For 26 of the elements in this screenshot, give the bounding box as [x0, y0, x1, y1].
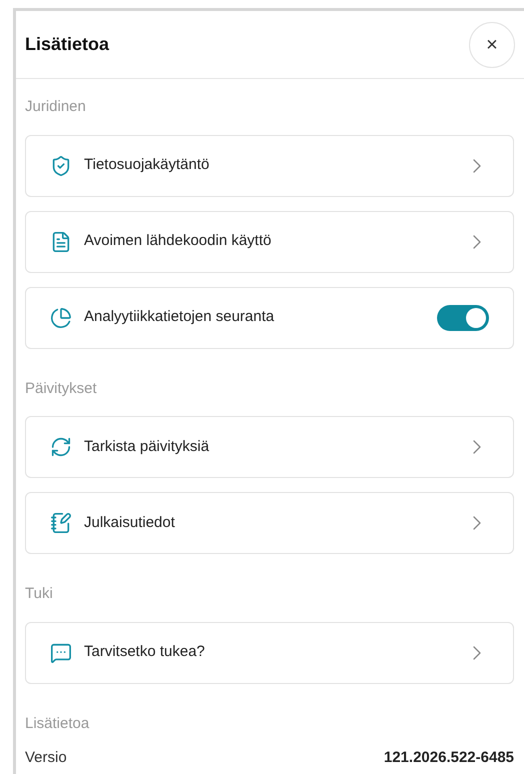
- pie-chart-icon: [50, 306, 72, 328]
- menu-item[interactable]: Avoimen lähdekoodin käyttö: [25, 210, 514, 272]
- version-value: 121.2026.522-6485: [384, 748, 514, 768]
- section-heading: Tuki: [25, 584, 54, 604]
- notepad-icon: [50, 512, 72, 534]
- section-heading: Juridinen: [25, 97, 87, 117]
- menu-item[interactable]: Tarkista päivityksiä: [25, 416, 514, 478]
- refresh-icon: [50, 436, 72, 458]
- version-label: Versio: [25, 748, 67, 768]
- item-label: Tarvitsetko tukea?: [84, 642, 206, 662]
- menu-item[interactable]: Tietosuojakäytäntö: [25, 134, 514, 196]
- toggle-switch[interactable]: [437, 304, 489, 330]
- shield-check-icon: [50, 154, 72, 176]
- menu-item[interactable]: Julkaisutiedot: [25, 492, 514, 554]
- item-label: Avoimen lähdekoodin käyttö: [84, 231, 272, 252]
- menu-item[interactable]: Tarvitsetko tukea?: [25, 622, 514, 684]
- document-icon: [50, 230, 72, 252]
- panel-title: Lisätietoa: [25, 33, 110, 56]
- item-label: Analyytiikkatietojen seuranta: [84, 307, 276, 328]
- section-heading: Lisätietoa: [25, 714, 90, 734]
- section-heading: Päivitykset: [25, 378, 98, 398]
- item-label: Julkaisutiedot: [84, 512, 176, 533]
- help-bubble-icon: [50, 642, 72, 664]
- close-button[interactable]: ×: [469, 22, 515, 68]
- item-label: Tarkista päivityksiä: [84, 436, 210, 457]
- item-label: Tietosuojakäytäntö: [84, 155, 210, 176]
